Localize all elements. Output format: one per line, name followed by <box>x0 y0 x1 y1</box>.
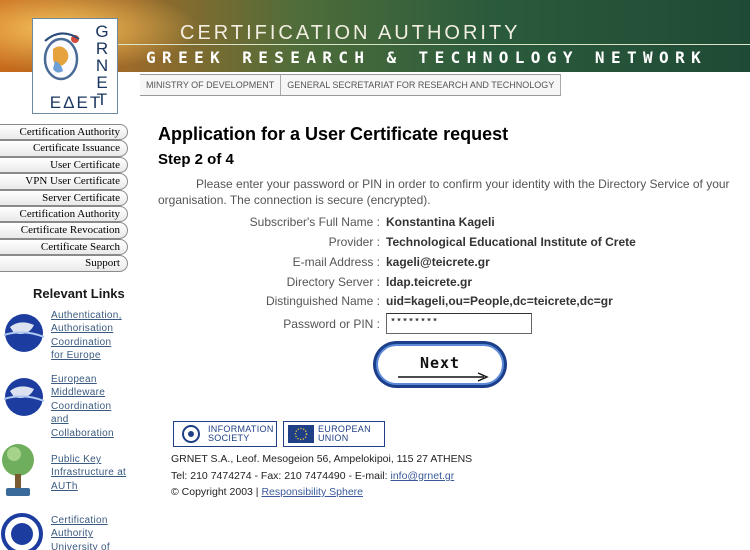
sidebar-item-support[interactable]: Support <box>0 255 128 272</box>
european-union-badge[interactable]: EUROPEAN UNION <box>283 421 385 447</box>
provider-label: Provider : <box>328 235 380 249</box>
sidebar-menu: Certification Authority Certificate Issu… <box>0 124 134 272</box>
subnav-ministry-link[interactable]: MINISTRY OF DEVELOPMENT <box>140 75 282 95</box>
sidebar-item-certificate-search[interactable]: Certificate Search <box>0 238 128 256</box>
tf-globe-icon <box>3 378 45 416</box>
header: CERTIFICATION AUTHORITY GREEK RESEARCH &… <box>0 0 750 118</box>
right-arrow-icon <box>398 372 489 382</box>
directory-server-value: ldap.teicrete.gr <box>386 275 473 289</box>
distinguished-name-label: Distinguished Name : <box>265 294 380 308</box>
sidebar-item-certification-authority[interactable]: Certification Authority <box>0 124 128 141</box>
grnet-logo[interactable]: GRNET ΕΔΕΤ <box>32 18 118 114</box>
footer-contact: Tel: 210 7474274 - Fax: 210 7474490 - E-… <box>171 470 455 482</box>
instruction-text: Please enter your password or PIN in ord… <box>158 177 730 207</box>
pin-input[interactable] <box>386 313 532 334</box>
sidebar-item-certificate-issuance[interactable]: Certificate Issuance <box>0 140 128 157</box>
header-subnav: MINISTRY OF DEVELOPMENT GENERAL SECRETAR… <box>140 74 562 96</box>
next-button[interactable]: Next <box>373 341 507 388</box>
sidebar-item-server-certificate[interactable]: Server Certificate <box>0 189 128 206</box>
full-name-value: Konstantina Kageli <box>386 215 495 229</box>
pki-tree-icon <box>2 444 34 496</box>
ca-globe-icon <box>1 513 43 550</box>
full-name-label: Subscriber's Full Name : <box>249 215 380 229</box>
relevant-link-auth-pki-text[interactable]: Public Key Infrastructure at AUTh <box>51 453 131 493</box>
relevant-links-heading: Relevant Links <box>33 286 125 301</box>
responsibility-sphere-link[interactable]: Responsibility Sphere <box>261 486 363 498</box>
information-society-icon <box>182 425 200 443</box>
next-button-label: Next <box>419 354 461 372</box>
relevant-link-university-ca-text[interactable]: Certification Authority University of <box>51 514 131 550</box>
subnav-gsrt-link[interactable]: GENERAL SECRETARIAT FOR RESEARCH AND TEC… <box>281 75 562 95</box>
footer-address: GRNET S.A., Leof. Mesogeion 56, Ampeloki… <box>171 453 473 465</box>
tf-globe-icon <box>3 314 45 352</box>
logo-globe-icon <box>43 32 80 81</box>
eu-flag-icon <box>288 425 314 443</box>
provider-value: Technological Educational Institute of C… <box>386 235 636 249</box>
relevant-link-emcc-text[interactable]: European Middleware Coordination and Col… <box>51 373 131 440</box>
sidebar-item-certification-authority-2[interactable]: Certification Authority <box>0 205 128 223</box>
footer-copyright: © Copyright 2003 | Responsibility Sphere <box>171 486 363 498</box>
pin-label: Password or PIN : <box>283 317 380 331</box>
step-indicator: Step 2 of 4 <box>158 151 234 168</box>
header-title: CERTIFICATION AUTHORITY <box>180 22 521 44</box>
sidebar-item-vpn-user-certificate[interactable]: VPN User Certificate <box>0 173 128 190</box>
directory-server-label: Directory Server : <box>286 275 380 289</box>
header-subtitle: GREEK RESEARCH & TECHNOLOGY NETWORK <box>146 48 708 67</box>
relevant-link-aace-text[interactable]: Authentication, Authorisation Coordinati… <box>51 309 131 363</box>
email-value: kageli@teicrete.gr <box>386 255 490 269</box>
distinguished-name-value: uid=kageli,ou=People,dc=teicrete,dc=gr <box>386 294 613 308</box>
logo-edet-text: ΕΔΕΤ <box>49 93 103 112</box>
email-label: E-mail Address : <box>292 255 380 269</box>
footer-email-link[interactable]: info@grnet.gr <box>390 470 454 482</box>
sidebar-item-user-certificate[interactable]: User Certificate <box>0 156 128 174</box>
information-society-badge[interactable]: INFORMATION SOCIETY <box>173 421 277 447</box>
page-title: Application for a User Certificate reque… <box>158 124 509 144</box>
sidebar-item-certificate-revocation[interactable]: Certificate Revocation <box>0 222 128 239</box>
